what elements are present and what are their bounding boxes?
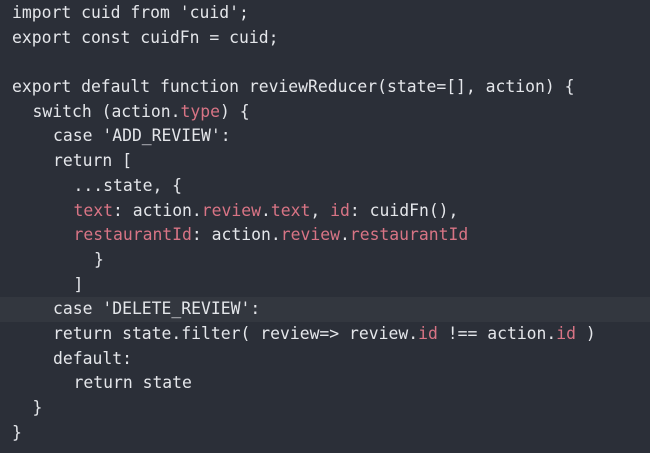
code-property-token: text	[73, 200, 113, 220]
code-token: }	[12, 422, 22, 442]
code-token: ]	[73, 274, 84, 294]
code-token: .	[261, 200, 271, 220]
code-property-token: id	[556, 323, 577, 343]
code-property-token: type	[180, 101, 221, 121]
code-line[interactable]: export const cuidFn = cuid;	[0, 26, 650, 51]
code-line[interactable]: default:	[0, 347, 650, 372]
code-token: return [	[53, 151, 132, 171]
code-line[interactable]: }	[0, 396, 650, 421]
code-token: import cuid from 'cuid';	[12, 3, 249, 22]
code-line[interactable]: export default function reviewReducer(st…	[0, 75, 650, 100]
code-editor[interactable]: import cuid from 'cuid'; export const cui…	[0, 0, 650, 453]
code-property-token: review	[201, 200, 262, 220]
code-line[interactable]	[0, 50, 650, 75]
code-property-token: id	[330, 200, 350, 220]
code-token: ) {	[220, 101, 250, 121]
code-property-token: review	[280, 225, 340, 245]
code-token: : action.	[112, 200, 202, 220]
code-line[interactable]: return state	[0, 371, 650, 396]
code-line[interactable]: import cuid from 'cuid';	[0, 1, 650, 26]
code-token: case 'ADD_REVIEW':	[53, 126, 231, 146]
code-property-token: id	[418, 323, 438, 343]
code-token: }	[32, 398, 43, 417]
code-token: }	[94, 249, 104, 269]
code-token: ,	[310, 200, 331, 220]
code-token: ...state, {	[73, 175, 183, 195]
code-token: : action.	[191, 225, 281, 245]
code-token: return state	[73, 373, 192, 393]
code-line[interactable]: ]	[0, 273, 650, 298]
code-token: !== action.	[437, 323, 557, 343]
code-line[interactable]: text: action.review.text, id: cuidFn(),	[0, 199, 650, 224]
code-line[interactable]: }	[0, 248, 650, 273]
code-line[interactable]: return [	[0, 149, 650, 174]
code-token: return state.filter( review=> review.	[53, 323, 419, 343]
code-line[interactable]: switch (action.type) {	[0, 100, 650, 125]
code-line[interactable]: ...state, {	[0, 174, 650, 199]
code-token: )	[576, 323, 596, 343]
code-line[interactable]: case 'DELETE_REVIEW':	[0, 297, 650, 322]
code-line[interactable]: return state.filter( review=> review.id …	[0, 322, 650, 347]
code-property-token: restaurantId	[349, 225, 469, 245]
code-line[interactable]: }	[0, 421, 650, 446]
code-token: export const cuidFn = cuid;	[12, 27, 279, 47]
code-property-token: restaurantId	[73, 225, 192, 245]
code-line[interactable]: restaurantId: action.review.restaurantId	[0, 223, 650, 248]
code-token: .	[339, 225, 350, 245]
code-token: switch (action.	[32, 101, 181, 121]
code-token: export default function reviewReducer(st…	[12, 77, 575, 97]
code-line[interactable]: case 'ADD_REVIEW':	[0, 124, 650, 149]
code-token: : cuidFn(),	[349, 200, 459, 220]
code-property-token: text	[270, 200, 311, 220]
code-token: default:	[53, 348, 132, 368]
code-token: case 'DELETE_REVIEW':	[53, 299, 261, 319]
